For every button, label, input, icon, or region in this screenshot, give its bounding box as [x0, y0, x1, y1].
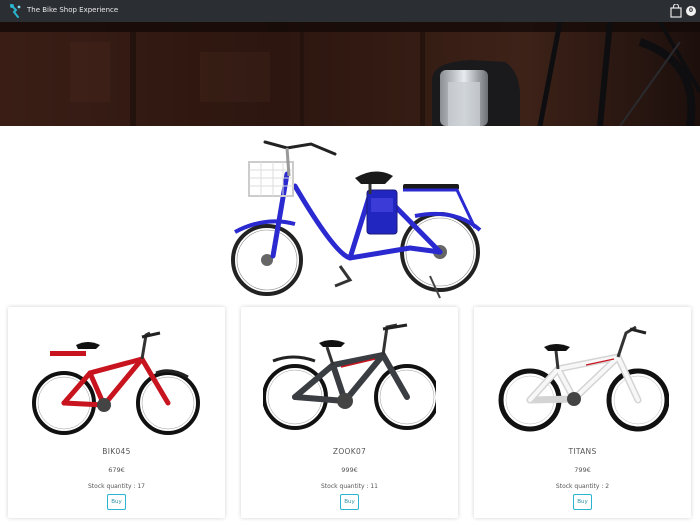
bike-shop-logo-icon[interactable]	[8, 3, 22, 19]
product-card-titans: TITANS 799€ Stock quantity : 2 Buy	[474, 307, 691, 518]
buy-button[interactable]: Buy	[573, 494, 592, 510]
product-image-bik045[interactable]	[30, 315, 203, 435]
product-price: 679€	[108, 466, 125, 474]
brand-title[interactable]: The Bike Shop Experience	[27, 6, 118, 14]
product-name: ZOOK07	[332, 447, 367, 456]
product-card-zook07: ZOOK07 999€ Stock quantity : 11 Buy	[241, 307, 458, 518]
product-stock: Stock quantity : 11	[321, 483, 378, 490]
shopping-bag-icon[interactable]	[670, 4, 682, 18]
product-stock: Stock quantity : 2	[555, 483, 610, 490]
featured-bike-image	[231, 140, 482, 299]
navbar: The Bike Shop Experience 0	[0, 0, 700, 22]
hero-image	[0, 22, 700, 126]
product-card-bik045: BIK045 679€ Stock quantity : 17 Buy	[8, 307, 225, 518]
product-name: TITANS	[568, 447, 597, 456]
product-stock: Stock quantity : 17	[88, 483, 145, 490]
hero-banner	[0, 22, 700, 126]
product-image-zook07[interactable]	[263, 315, 436, 435]
buy-button[interactable]: Buy	[340, 494, 359, 510]
cart-count-badge[interactable]: 0	[686, 6, 696, 16]
product-price: 999€	[341, 466, 358, 474]
product-image-titans[interactable]	[496, 315, 669, 435]
product-price: 799€	[574, 466, 591, 474]
buy-button[interactable]: Buy	[107, 494, 126, 510]
product-name: BIK045	[102, 447, 131, 456]
